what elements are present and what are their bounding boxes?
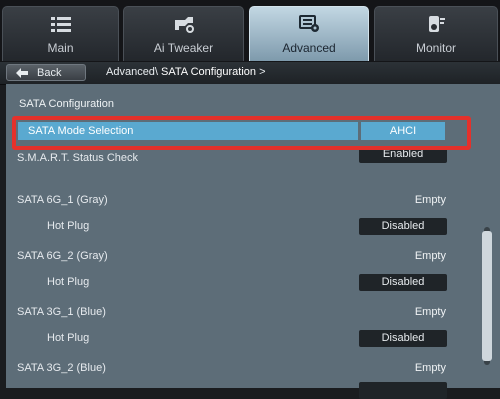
tab-label: Monitor	[415, 41, 456, 55]
port-name: SATA 3G_2 (Blue)	[17, 362, 106, 374]
port-row: SATA 3G_1 (Blue) Empty	[6, 302, 476, 324]
breadcrumb-parent[interactable]: Advanced\	[106, 66, 158, 78]
port-name: SATA 3G_1 (Blue)	[17, 306, 106, 318]
smart-row[interactable]: S.M.A.R.T. Status Check Enabled	[6, 146, 476, 170]
smart-label: S.M.A.R.T. Status Check	[17, 152, 139, 164]
hotplug-row[interactable]: Hot Plug Disabled	[6, 272, 476, 294]
back-label: Back	[37, 67, 62, 79]
hotplug-label: Hot Plug	[47, 220, 90, 232]
hotplug-value[interactable]: Disabled	[359, 330, 447, 347]
port-status: Empty	[414, 250, 446, 262]
port-status: Empty	[414, 194, 446, 206]
hotplug-row[interactable]: Hot Plug Disabled	[6, 328, 476, 350]
tab-label: Advanced	[282, 41, 336, 55]
port-name: SATA 6G_2 (Gray)	[17, 250, 108, 262]
tweaker-icon	[174, 17, 194, 33]
port-status: Empty	[414, 362, 446, 374]
back-arrow-icon	[15, 67, 29, 82]
advanced-icon	[299, 15, 319, 32]
hotplug-value[interactable]: Disabled	[359, 274, 447, 291]
hotplug-row[interactable]: Hot Plug Disabled	[6, 216, 476, 238]
port-row: SATA 3G_2 (Blue) Empty	[6, 358, 476, 380]
hotplug-label: Hot Plug	[47, 276, 90, 288]
back-button[interactable]: Back	[6, 64, 86, 81]
highlight-annotation	[12, 116, 471, 150]
breadcrumb-path: Advanced\ SATA Configuration >	[106, 66, 266, 78]
tab-main[interactable]: Main	[2, 6, 119, 61]
tab-label: Main	[47, 41, 74, 55]
list-icon	[50, 17, 71, 32]
tab-advanced[interactable]: Advanced	[249, 6, 369, 61]
top-tab-bar: Main Ai Tweaker Advanced Monitor	[0, 0, 500, 62]
hotplug-label: Hot Plug	[47, 332, 90, 344]
port-status: Empty	[414, 306, 446, 318]
partial-value-box[interactable]	[359, 382, 447, 399]
tab-monitor[interactable]: Monitor	[374, 6, 498, 61]
breadcrumb-current: SATA Configuration	[161, 66, 257, 78]
breadcrumb: Back Advanced\ SATA Configuration >	[0, 62, 500, 85]
scrollbar-thumb[interactable]	[482, 231, 492, 361]
port-row: SATA 6G_2 (Gray) Empty	[6, 246, 476, 268]
port-name: SATA 6G_1 (Gray)	[17, 194, 108, 206]
tab-ai-tweaker[interactable]: Ai Tweaker	[123, 6, 244, 61]
tab-label: Ai Tweaker	[153, 41, 214, 55]
section-title: SATA Configuration	[19, 98, 114, 110]
hotplug-value[interactable]: Disabled	[359, 218, 447, 235]
breadcrumb-arrow: >	[259, 66, 266, 78]
monitor-gauge-icon	[429, 16, 445, 32]
port-row: SATA 6G_1 (Gray) Empty	[6, 190, 476, 212]
